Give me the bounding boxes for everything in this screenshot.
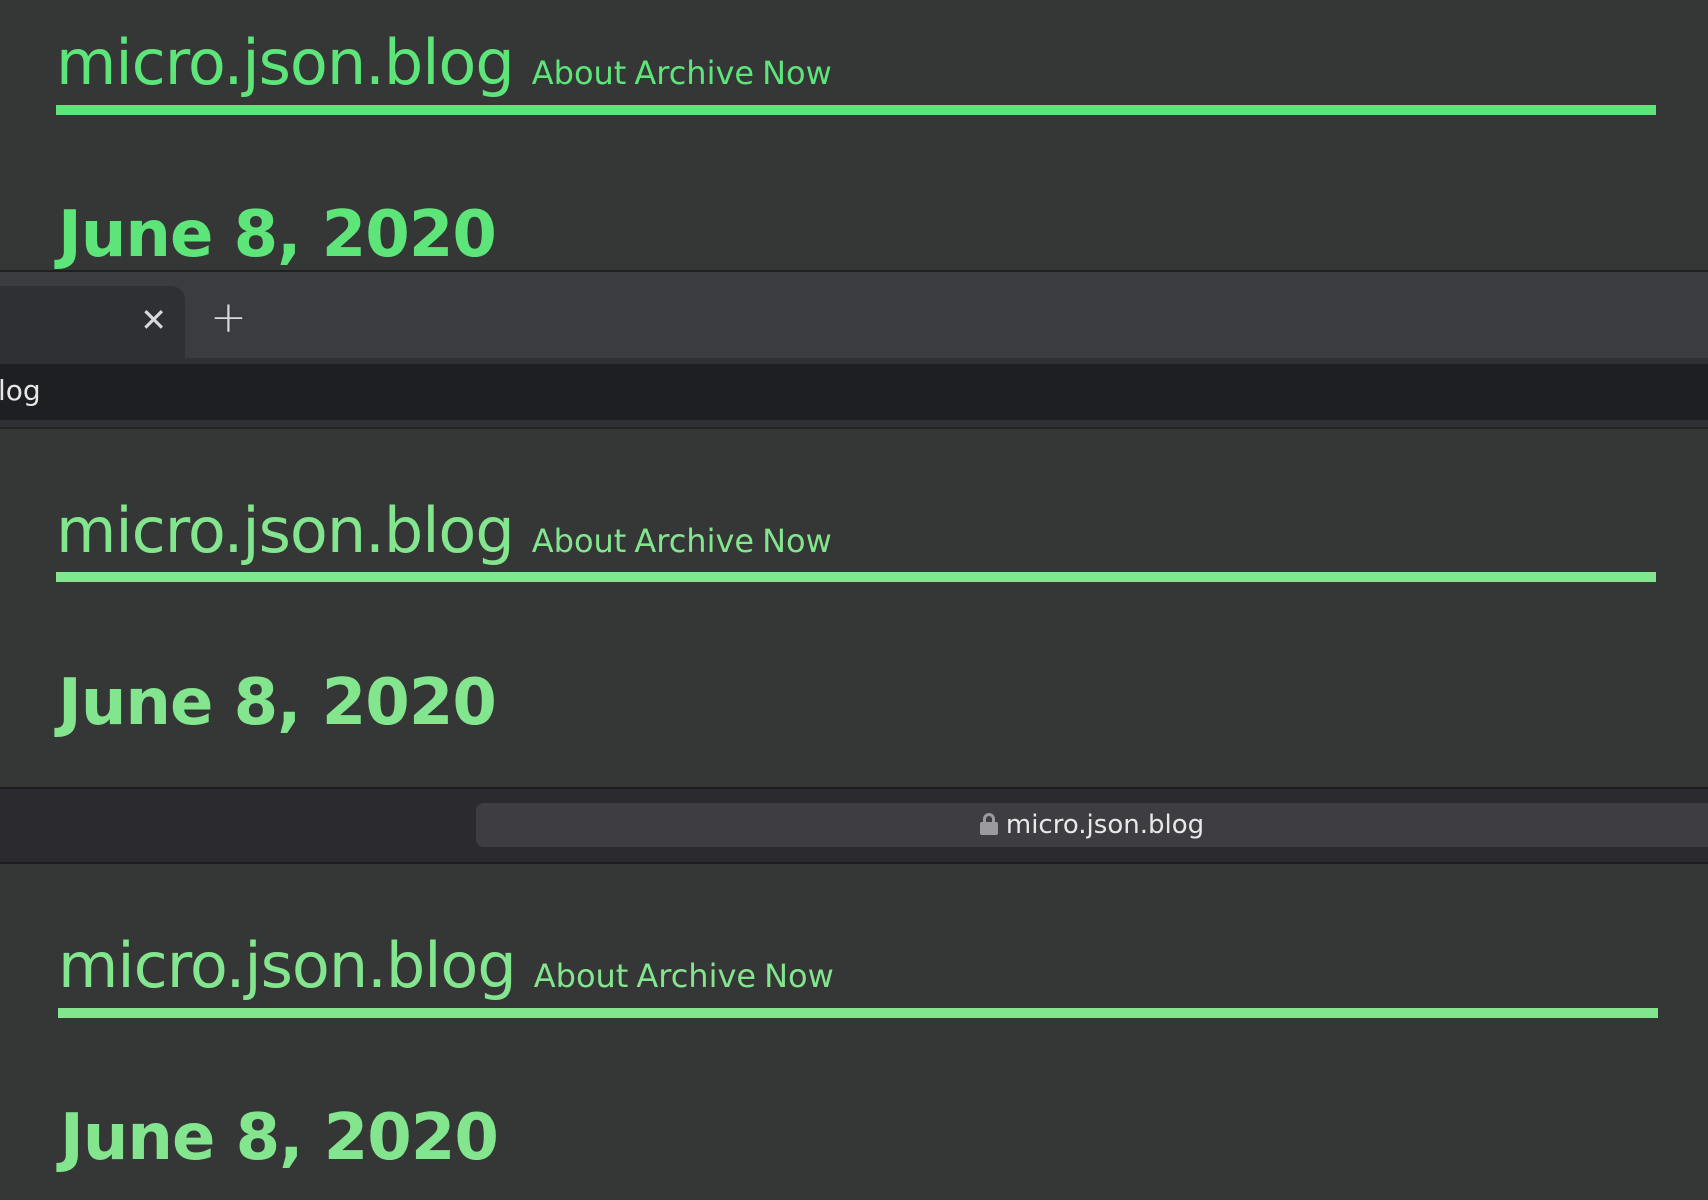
browser-address-chrome: micro.json.blog	[0, 787, 1708, 864]
nav-about-link[interactable]: About	[532, 522, 627, 560]
url-text: micro.json.blog	[1005, 810, 1205, 840]
nav-now-link[interactable]: Now	[762, 522, 832, 560]
lock-body	[979, 822, 998, 835]
header-divider	[56, 572, 1656, 582]
site-nav: About Archive Now	[532, 522, 840, 560]
tab-strip: ✕ +	[0, 272, 1708, 358]
site-nav: About Archive Now	[532, 54, 840, 92]
active-tab[interactable]: ✕	[0, 286, 185, 358]
plus-icon[interactable]: +	[210, 296, 247, 340]
url-bar[interactable]: micro.json.blog	[476, 803, 1708, 847]
post-date-heading: June 8, 2020	[58, 666, 497, 740]
post-date-heading: June 8, 2020	[60, 1101, 499, 1175]
screenshot-composite: micro.json.blog About Archive Now June 8…	[0, 0, 1708, 1200]
blog-panel-3: micro.json.blog About Archive Now June 8…	[0, 864, 1708, 1200]
browser-tabbar-chrome: ✕ + log	[0, 270, 1708, 429]
address-bar[interactable]: log	[0, 364, 1708, 420]
divider	[0, 787, 1708, 789]
nav-now-link[interactable]: Now	[762, 54, 832, 92]
nav-archive-link[interactable]: Archive	[634, 54, 754, 92]
url-bar-content: micro.json.blog	[476, 803, 1708, 847]
post-date-heading: June 8, 2020	[58, 198, 497, 270]
site-title-link[interactable]: micro.json.blog	[56, 26, 515, 99]
blog-panel-2: micro.json.blog About Archive Now June 8…	[0, 429, 1708, 787]
site-header: micro.json.blog About Archive Now	[56, 494, 1656, 567]
browser-toolbar: log	[0, 358, 1708, 426]
blog-panel-1: micro.json.blog About Archive Now June 8…	[0, 0, 1708, 270]
nav-about-link[interactable]: About	[534, 957, 629, 995]
site-title-link[interactable]: micro.json.blog	[56, 494, 515, 567]
nav-archive-link[interactable]: Archive	[636, 957, 756, 995]
nav-archive-link[interactable]: Archive	[634, 522, 754, 560]
site-header: micro.json.blog About Archive Now	[58, 929, 1658, 1002]
close-icon[interactable]: ✕	[140, 304, 167, 336]
site-nav: About Archive Now	[534, 957, 842, 995]
header-divider	[58, 1008, 1658, 1018]
tab-strip-background	[185, 286, 1708, 358]
nav-now-link[interactable]: Now	[764, 957, 834, 995]
site-header: micro.json.blog About Archive Now	[56, 26, 1656, 99]
header-divider	[56, 105, 1656, 115]
site-title-link[interactable]: micro.json.blog	[58, 929, 517, 1002]
address-bar-text: log	[0, 374, 41, 407]
nav-about-link[interactable]: About	[532, 54, 627, 92]
lock-icon	[979, 813, 998, 835]
